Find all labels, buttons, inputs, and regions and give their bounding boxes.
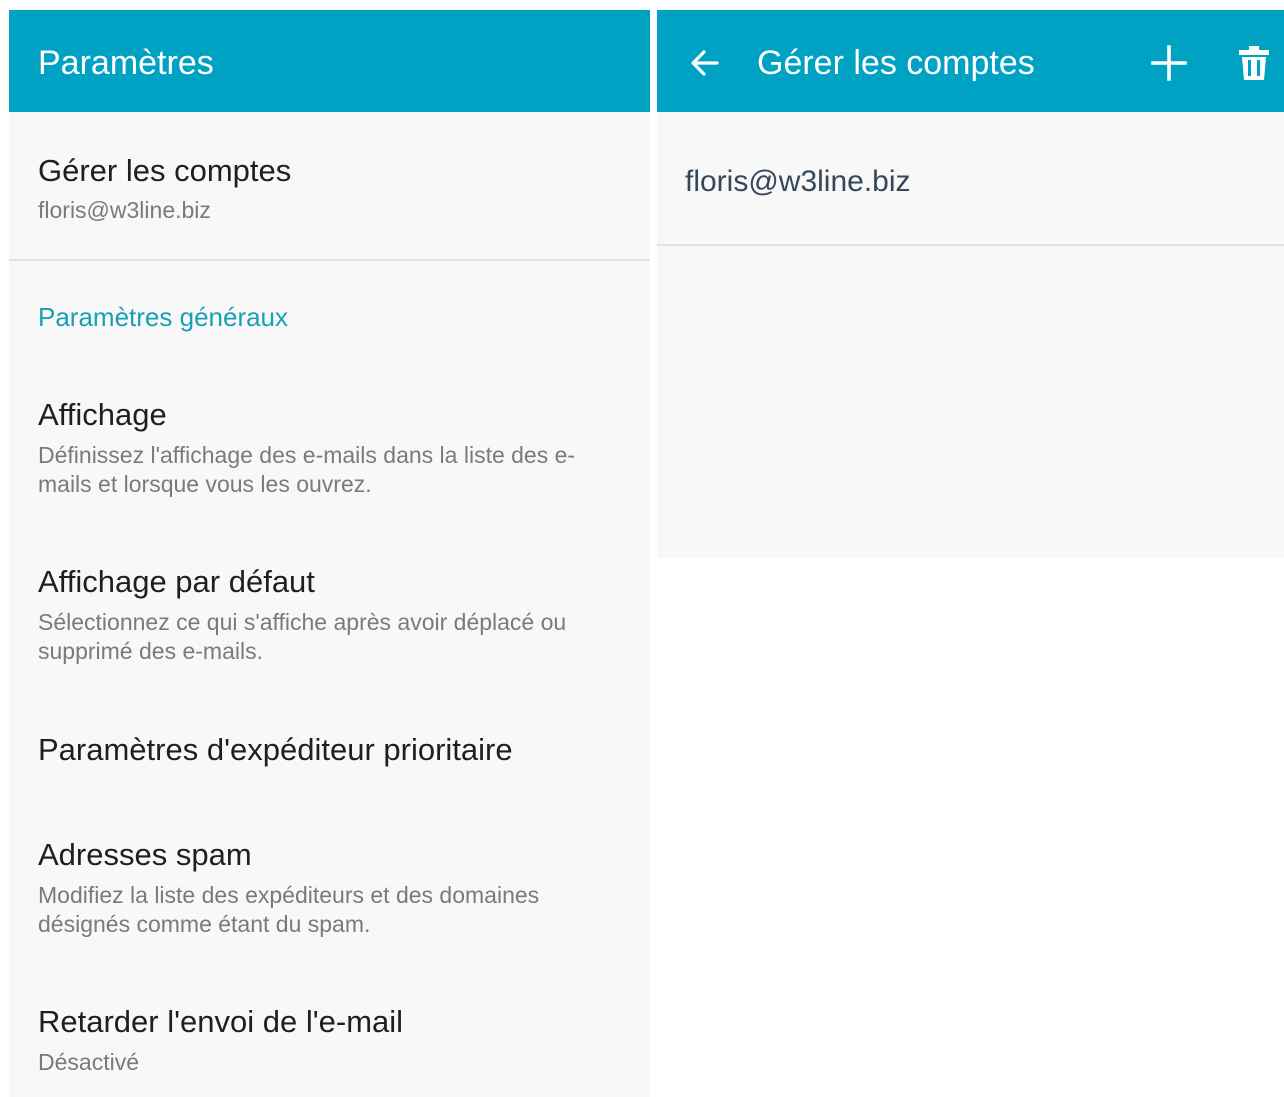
item-title: Paramètres d'expéditeur prioritaire — [38, 732, 513, 767]
settings-item-default-display[interactable]: Affichage par défaut Sélectionnez ce qui… — [9, 547, 650, 682]
section-header-general: Paramètres généraux — [38, 302, 289, 332]
page-title: Paramètres — [38, 44, 214, 82]
plus-icon[interactable] — [1149, 43, 1189, 83]
divider — [9, 259, 650, 261]
settings-item-priority-sender[interactable]: Paramètres d'expéditeur prioritaire — [9, 715, 650, 785]
manage-accounts-appbar: Gérer les comptes — [657, 10, 1284, 112]
item-subtitle: Définissez l'affichage des e-mails dans … — [38, 442, 576, 497]
manage-accounts-item[interactable]: Gérer les comptes floris@w3line.biz — [9, 112, 650, 260]
manage-accounts-title: Gérer les comptes — [38, 153, 292, 188]
page-title: Gérer les comptes — [757, 44, 1035, 82]
arrow-left-icon[interactable] — [685, 43, 725, 83]
item-title: Affichage par défaut — [38, 564, 315, 599]
settings-panel: Paramètres Gérer les comptes floris@w3li… — [9, 10, 650, 1097]
manage-accounts-panel: Gérer les comptes floris@w3line.biz — [657, 10, 1284, 558]
item-subtitle: Désactivé — [38, 1049, 139, 1075]
item-subtitle: Modifiez la liste des expéditeurs et des… — [38, 882, 540, 937]
divider — [657, 244, 1284, 246]
settings-item-delay-send[interactable]: Retarder l'envoi de l'e-mail Désactivé — [9, 987, 650, 1092]
manage-accounts-subtitle: floris@w3line.biz — [38, 197, 211, 223]
trash-icon[interactable] — [1237, 43, 1271, 83]
account-email: floris@w3line.biz — [685, 165, 911, 198]
item-title: Adresses spam — [38, 837, 252, 872]
account-list-item[interactable]: floris@w3line.biz — [657, 112, 1284, 244]
settings-item-spam-addresses[interactable]: Adresses spam Modifiez la liste des expé… — [9, 820, 650, 955]
settings-item-display[interactable]: Affichage Définissez l'affichage des e-m… — [9, 380, 650, 515]
item-title: Retarder l'envoi de l'e-mail — [38, 1004, 404, 1039]
item-title: Affichage — [38, 397, 167, 432]
item-subtitle: Sélectionnez ce qui s'affiche après avoi… — [38, 609, 567, 664]
settings-appbar: Paramètres — [9, 10, 650, 112]
